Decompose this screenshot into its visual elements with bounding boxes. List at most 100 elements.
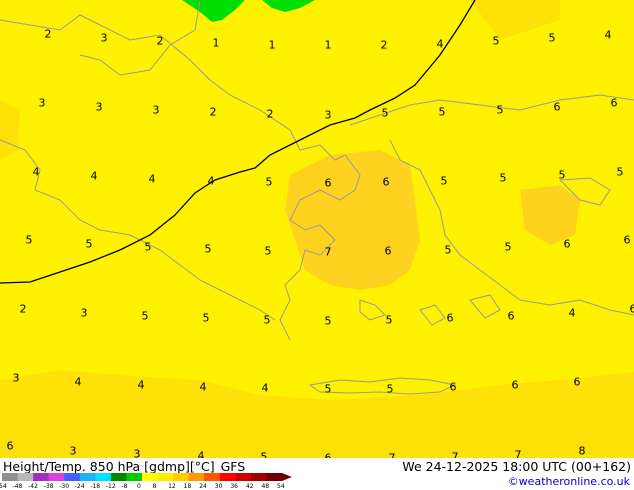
temperature-label: 2 [380,38,388,52]
color-scale-tick-label: -38 [43,483,54,490]
color-scale-tick-label: -42 [28,483,38,490]
color-scale-tick-label: -24 [74,483,85,490]
color-scale-tick-label: -8 [121,483,128,490]
temperature-label: 7 [514,448,522,459]
temperature-label: 5 [141,309,149,323]
temperature-label: 6 [449,380,457,394]
temperature-label: 5 [438,105,446,119]
color-scale-tick-label: 24 [199,483,207,490]
temperature-label: 5 [265,175,273,189]
temperature-label: 5 [381,106,389,120]
color-scale-tick-label: -48 [12,483,23,490]
color-scale-tick-label: 42 [245,483,254,490]
temperature-label: 6 [6,439,14,453]
temperature-label: 4 [436,37,444,51]
temperature-label: 3 [38,96,46,110]
temperature-label: 4 [148,172,156,186]
color-scale-swatch [142,473,159,481]
temperature-label: 6 [573,375,581,389]
temperature-label: 2 [19,302,27,316]
temperature-label: 6 [324,176,332,190]
temperature-label: 5 [264,244,272,258]
temperature-label: 6 [563,237,571,251]
temperature-label: 5 [85,237,93,251]
temperature-label: 2 [156,34,164,48]
temperature-label: 1 [268,38,276,52]
warm-temperature-region [285,150,420,290]
temperature-label: 5 [499,171,507,185]
temperature-label: 5 [558,168,566,182]
forecast-datetime: We 24-12-2025 18:00 UTC (00+162) [402,459,631,474]
temperature-label: 6 [507,309,515,323]
color-scale-tick-label: 12 [168,483,176,490]
temperature-label: 4 [74,375,82,389]
temperature-label: 5 [385,313,393,327]
temperature-label: 4 [90,169,98,183]
temperature-label: 6 [629,302,634,316]
color-scale-swatch [79,473,96,481]
color-scale-swatch [157,473,174,481]
color-scale-swatch [48,473,65,481]
color-scale-swatch [188,473,205,481]
color-scale-tick-label: 18 [183,483,192,490]
color-scale-swatch [266,473,283,481]
map-canvas [0,0,634,458]
color-scale-swatch [126,473,143,481]
temperature-label: 3 [69,444,77,458]
color-scale-swatch [95,473,112,481]
temperature-label: 4 [207,174,215,188]
temperature-label: 6 [511,378,519,392]
color-scale-swatch [235,473,252,481]
color-scale-bar [2,473,292,481]
temperature-label: 5 [324,382,332,396]
temperature-label: 5 [144,240,152,254]
temperature-label: 4 [199,380,207,394]
temperature-label: 5 [204,242,212,256]
temperature-label: 2 [44,27,52,41]
temperature-label: 5 [440,174,448,188]
color-scale-swatch [173,473,190,481]
color-scale-swatch [110,473,127,481]
temperature-label: 7 [324,245,332,259]
color-scale-swatch [219,473,236,481]
temperature-label: 4 [604,28,612,42]
color-scale-tick-label: 48 [261,483,270,490]
temperature-label: 5 [202,311,210,325]
temperature-label: 3 [80,306,88,320]
temperature-label: 4 [261,381,269,395]
temperature-label: 3 [100,31,108,45]
temperature-label: 4 [137,378,145,392]
map-footer: Height/Temp. 850 hPa [gdmp][°C] GFS We 24… [0,458,634,490]
temperature-label: 6 [610,96,618,110]
temperature-label: 5 [386,382,394,396]
color-scale-swatch [64,473,81,481]
temperature-label: 3 [152,103,160,117]
temperature-label: 6 [553,100,561,114]
color-scale-arrow [282,473,292,481]
color-scale-tick-label: -54 [0,483,7,490]
temperature-label: 3 [324,108,332,122]
temperature-label: 2 [266,107,274,121]
color-scale-swatch [33,473,50,481]
color-scale-tick-label: 8 [152,483,157,490]
temperature-label: 4 [568,306,576,320]
color-scale-tick-label: -12 [105,483,116,490]
weather-map: 2 3 2 1 1 1 2 4 5 5 4 3 3 3 2 2 3 5 5 5 6 6 4 4 4 4 5 6 6 5 5 5 5 5 5 5 5 5 7 6… [0,0,634,458]
color-scale-tick-label: 30 [214,483,223,490]
temperature-label: 5 [25,233,33,247]
temperature-label: 5 [548,31,556,45]
color-scale-tick-label: 36 [230,483,238,490]
temperature-label: 3 [12,371,20,385]
color-scale-tick-label: 0 [137,483,141,490]
temperature-label: 5 [444,243,452,257]
color-scale-swatch [204,473,221,481]
temperature-label: 1 [212,36,220,50]
color-scale-tick-label: 54 [277,483,285,490]
site-credit[interactable]: ©weatheronline.co.uk [508,475,630,488]
temperature-label: 4 [32,165,40,179]
temperature-label: 5 [504,240,512,254]
temperature-label: 6 [382,175,390,189]
temperature-label: 3 [95,100,103,114]
temperature-label: 6 [446,311,454,325]
temperature-label: 5 [324,314,332,328]
